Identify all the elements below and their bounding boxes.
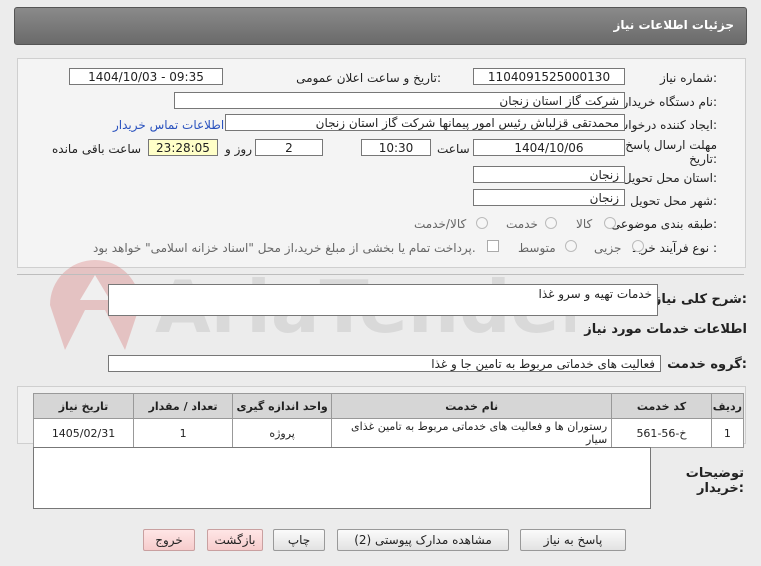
service-group-label: گروه خدمت:	[667, 357, 747, 372]
details-panel	[17, 58, 746, 268]
need-number-field: 1104091525000130	[473, 68, 625, 85]
days-remaining-field: 2	[255, 139, 323, 156]
divider	[17, 274, 744, 275]
buyer-org-field: شرکت گاز استان زنجان	[174, 92, 625, 109]
category-radio-both[interactable]	[476, 217, 488, 229]
services-section-title: اطلاعات خدمات مورد نیاز	[584, 322, 747, 337]
need-number-label: شماره نیاز:	[659, 71, 717, 85]
cell-date: 1405/02/31	[32, 418, 135, 448]
deadline-time-field: 10:30	[361, 139, 431, 156]
days-label: روز و	[225, 142, 252, 156]
cell-unit: پروژه	[232, 418, 333, 448]
table-header-row: ردیف کد خدمت نام خدمت واحد اندازه گیری ت…	[32, 393, 745, 419]
attachments-button[interactable]: مشاهده مدارک پیوستی (2)	[337, 529, 509, 551]
services-table: ردیف کد خدمت نام خدمت واحد اندازه گیری ت…	[32, 393, 745, 448]
service-group-field: فعالیت های خدماتی مربوط به تامین جا و غذ…	[108, 355, 661, 372]
deadline-time-label: ساعت	[437, 142, 470, 156]
city-label: شهر محل تحویل:	[630, 194, 717, 208]
process-medium-label: متوسط	[518, 241, 556, 255]
announce-label: تاریخ و ساعت اعلان عمومی:	[296, 71, 441, 85]
cell-name: رستوران ها و فعالیت های خدماتی مربوط به …	[331, 418, 613, 448]
col-date: تاریخ نیاز	[32, 393, 135, 419]
page-title: جزئیات اطلاعات نیاز	[613, 18, 734, 32]
category-radio-goods[interactable]	[604, 217, 616, 229]
cell-qty: 1	[133, 418, 234, 448]
summary-text: خدمات تهیه و سرو غذا	[538, 287, 652, 301]
process-minor-label: جزیی	[594, 241, 622, 255]
reply-button[interactable]: پاسخ به نیاز	[520, 529, 626, 551]
province-label: استان محل تحویل:	[622, 171, 717, 185]
summary-textarea: خدمات تهیه و سرو غذا	[108, 284, 658, 316]
remaining-time-field: 23:28:05	[148, 139, 218, 156]
deadline-label-2: تاریخ:	[689, 152, 717, 166]
col-row: ردیف	[710, 393, 745, 419]
buyer-notes-textarea[interactable]	[33, 447, 651, 509]
col-name: نام خدمت	[331, 393, 613, 419]
city-field: زنجان	[473, 189, 625, 206]
table-row: 1 خ-56-561 رستوران ها و فعالیت های خدمات…	[32, 418, 745, 448]
col-qty: تعداد / مقدار	[133, 393, 234, 419]
treasury-payment-note: پرداخت تمام یا بخشی از مبلغ خرید،از محل …	[93, 241, 476, 255]
print-button[interactable]: چاپ	[273, 529, 325, 551]
notes-label-2: خریدار:	[697, 481, 744, 496]
creator-field: محمدتقی قزلباش رئیس امور پیمانها شرکت گا…	[225, 114, 625, 131]
summary-label: شرح کلی نیاز:	[653, 292, 747, 307]
process-label: نوع فرآیند خرید :	[632, 241, 717, 255]
remaining-label: ساعت باقی مانده	[52, 142, 142, 156]
category-label: طبقه بندی موضوعی:	[610, 217, 717, 231]
category-radio-service[interactable]	[545, 217, 557, 229]
category-service-label: خدمت	[506, 217, 538, 231]
exit-button[interactable]: خروج	[143, 529, 195, 551]
deadline-label: مهلت ارسال پاسخ: تا	[610, 138, 717, 152]
back-button[interactable]: بازگشت	[207, 529, 263, 551]
deadline-date-field: 1404/10/06	[473, 139, 625, 156]
cell-row: 1	[710, 418, 745, 448]
category-goods-label: کالا	[576, 217, 593, 231]
province-field: زنجان	[473, 166, 625, 183]
category-both-label: کالا/خدمت	[414, 217, 467, 231]
treasury-payment-checkbox[interactable]	[487, 240, 499, 252]
buyer-org-label: نام دستگاه خریدار:	[622, 95, 718, 109]
buyer-contact-link[interactable]: اطلاعات تماس خریدار	[113, 118, 224, 132]
announce-field: 1404/10/03 - 09:35	[69, 68, 223, 85]
col-code: کد خدمت	[611, 393, 712, 419]
col-unit: واحد اندازه گیری	[232, 393, 333, 419]
process-radio-medium[interactable]	[565, 240, 577, 252]
cell-code: خ-56-561	[611, 418, 712, 448]
notes-label: توضیحات	[685, 466, 744, 481]
page-header: جزئیات اطلاعات نیاز	[14, 7, 747, 45]
process-radio-minor[interactable]	[632, 240, 644, 252]
